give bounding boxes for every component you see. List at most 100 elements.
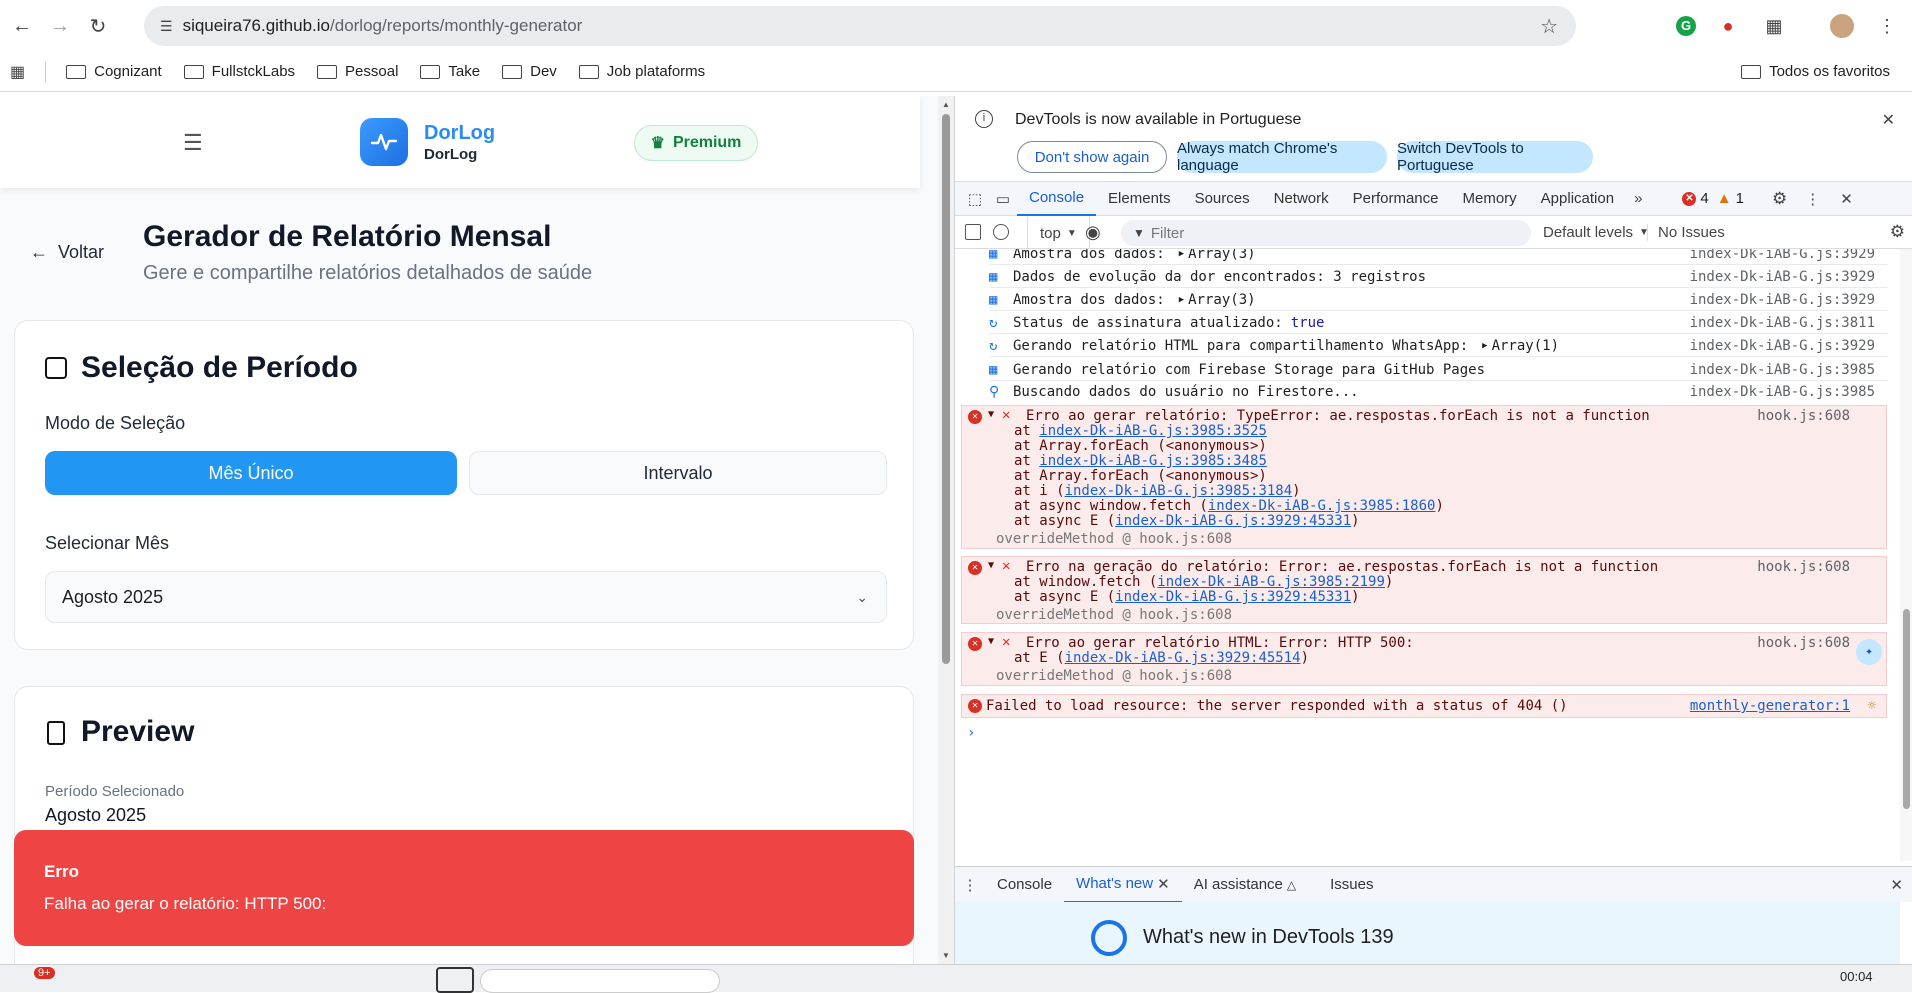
- tab-elements[interactable]: Elements: [1096, 182, 1183, 216]
- context-select[interactable]: top ▼: [1027, 217, 1090, 249]
- mode-single-month-button[interactable]: Mês Único: [45, 451, 457, 495]
- override-method[interactable]: overrideMethod @ hook.js:608: [996, 607, 1232, 623]
- profile-avatar[interactable]: [1830, 14, 1854, 38]
- extensions-puzzle-icon[interactable]: ▦: [1762, 14, 1786, 38]
- device-toolbar-icon[interactable]: ▭: [989, 190, 1017, 208]
- scroll-up-icon[interactable]: ▲: [942, 100, 950, 109]
- console-error[interactable]: ✕ ▼ ✕ Erro na geração do relatório: Erro…: [961, 556, 1887, 624]
- eye-icon[interactable]: ◉: [1085, 222, 1101, 243]
- tab-memory[interactable]: Memory: [1451, 182, 1529, 216]
- stack-link[interactable]: index-Dk-iAB-G.js:3985:3485: [1039, 453, 1267, 469]
- clock[interactable]: 00:04: [1840, 969, 1873, 984]
- log-object[interactable]: Array(1): [1492, 338, 1559, 354]
- infobar-close-icon[interactable]: ✕: [1882, 110, 1895, 130]
- settings-gear-icon[interactable]: ⚙: [1772, 189, 1787, 209]
- bookmark-dev[interactable]: Dev: [502, 63, 557, 80]
- forward-arrow-icon[interactable]: →: [44, 10, 76, 42]
- devtools-menu-icon[interactable]: ⋮: [1805, 190, 1820, 208]
- stack-link[interactable]: index-Dk-iAB-G.js:3985:3525: [1039, 423, 1267, 439]
- stack-link[interactable]: index-Dk-iAB-G.js:3929:45331: [1115, 513, 1351, 529]
- dont-show-again-button[interactable]: Don't show again: [1017, 141, 1167, 173]
- log-source-link[interactable]: index-Dk-iAB-G.js:3929: [1690, 249, 1875, 262]
- expand-triangle-icon[interactable]: ▼: [988, 636, 994, 647]
- drawer-tab-issues[interactable]: Issues: [1318, 867, 1385, 903]
- drawer-menu-icon[interactable]: ⋮: [955, 876, 985, 894]
- more-tabs-icon[interactable]: »: [1626, 190, 1650, 207]
- drawer-tab-console[interactable]: Console: [985, 867, 1064, 903]
- all-bookmarks[interactable]: Todos os favoritos: [1741, 63, 1890, 80]
- log-source-link[interactable]: index-Dk-iAB-G.js:3929: [1690, 269, 1875, 285]
- tab-sources[interactable]: Sources: [1183, 182, 1262, 216]
- sidebar-toggle-icon[interactable]: [965, 224, 981, 240]
- log-source-link[interactable]: index-Dk-iAB-G.js:3929: [1690, 292, 1875, 308]
- error-source-link[interactable]: hook.js:608: [1757, 559, 1850, 575]
- close-devtools-icon[interactable]: ✕: [1840, 190, 1853, 208]
- tab-application[interactable]: Application: [1529, 182, 1626, 216]
- drawer-tab-whats-new[interactable]: What's new ✕: [1064, 867, 1182, 903]
- notification-badge[interactable]: 9+: [34, 967, 55, 979]
- console-prompt-icon[interactable]: ›: [967, 725, 975, 741]
- bookmark-star-icon[interactable]: ☆: [1540, 14, 1558, 39]
- start-button[interactable]: [436, 967, 474, 993]
- override-method[interactable]: overrideMethod @ hook.js:608: [996, 668, 1232, 684]
- mode-range-button[interactable]: Intervalo: [469, 451, 887, 495]
- back-button[interactable]: ← Voltar: [30, 242, 104, 263]
- tab-network[interactable]: Network: [1262, 182, 1341, 216]
- tab-console[interactable]: Console: [1017, 182, 1097, 216]
- filter-input[interactable]: ▼ Filter: [1121, 220, 1531, 246]
- stack-link[interactable]: index-Dk-iAB-G.js:3929:45514: [1065, 650, 1301, 666]
- bookmark-job-plataforms[interactable]: Job plataforms: [578, 63, 705, 80]
- expand-triangle-icon[interactable]: ▼: [988, 560, 994, 571]
- expand-triangle-icon[interactable]: ▶: [1179, 249, 1184, 259]
- error-source-link[interactable]: monthly-generator:1: [1690, 698, 1850, 714]
- month-select[interactable]: Agosto 2025 ⌄: [45, 571, 887, 623]
- scrollbar-thumb[interactable]: [942, 114, 950, 664]
- drawer-tab-ai-assistance[interactable]: AI assistance △: [1182, 867, 1308, 903]
- log-object[interactable]: Array(3): [1188, 292, 1255, 308]
- switch-to-portuguese-button[interactable]: Switch DevTools to Portuguese: [1397, 140, 1593, 174]
- hamburger-menu-icon[interactable]: ☰: [183, 130, 203, 156]
- inspect-element-icon[interactable]: ⬚: [961, 190, 989, 208]
- tab-performance[interactable]: Performance: [1341, 182, 1451, 216]
- search-box[interactable]: [480, 969, 720, 993]
- scroll-down-icon[interactable]: ▼: [942, 951, 950, 960]
- error-source-link[interactable]: hook.js:608: [1757, 408, 1850, 424]
- address-bar[interactable]: ☰ siqueira76.github.io /dorlog/reports/m…: [144, 6, 1576, 46]
- apps-grid-icon[interactable]: ▦: [10, 62, 25, 82]
- grammarly-extension-icon[interactable]: G: [1674, 14, 1698, 38]
- issues-counter[interactable]: No Issues: [1647, 224, 1725, 241]
- console-error[interactable]: ✕ ▼ ✕ Erro ao gerar relatório HTML: Erro…: [961, 632, 1887, 686]
- log-object[interactable]: Array(3): [1188, 249, 1255, 262]
- bookmark-fullstcklabs[interactable]: FullstckLabs: [183, 63, 295, 80]
- chrome-menu-icon[interactable]: ⋮: [1875, 14, 1899, 38]
- stack-link[interactable]: index-Dk-iAB-G.js:3929:45331: [1115, 589, 1351, 605]
- console-error[interactable]: ✕ ▼ ✕ Erro ao gerar relatório: TypeError…: [961, 405, 1887, 549]
- close-tab-icon[interactable]: ✕: [1157, 875, 1170, 893]
- error-source-link[interactable]: hook.js:608: [1757, 635, 1850, 651]
- ai-insight-icon[interactable]: ☼: [1868, 698, 1876, 714]
- site-info-icon[interactable]: ☰: [160, 18, 173, 35]
- log-source-link[interactable]: index-Dk-iAB-G.js:3985: [1690, 384, 1875, 400]
- clear-console-icon[interactable]: [993, 224, 1009, 240]
- expand-triangle-icon[interactable]: ▶: [1179, 295, 1184, 305]
- error-toast[interactable]: Erro Falha ao gerar o relatório: HTTP 50…: [14, 830, 914, 946]
- premium-badge[interactable]: ♛ Premium: [634, 125, 758, 161]
- page-scrollbar[interactable]: ▲ ▼: [938, 96, 954, 964]
- stack-link[interactable]: index-Dk-iAB-G.js:3985:2199: [1157, 574, 1385, 590]
- reload-icon[interactable]: ↻: [82, 10, 114, 42]
- map-pin-extension-icon[interactable]: ●: [1716, 14, 1740, 38]
- close-drawer-icon[interactable]: ✕: [1890, 876, 1903, 894]
- bookmark-pessoal[interactable]: Pessoal: [317, 63, 398, 80]
- expand-triangle-icon[interactable]: ▼: [988, 409, 994, 420]
- match-language-button[interactable]: Always match Chrome's language: [1177, 140, 1387, 174]
- back-arrow-icon[interactable]: ←: [6, 10, 38, 42]
- console-scrollbar[interactable]: [1900, 249, 1912, 861]
- log-levels-select[interactable]: Default levels ▼: [1543, 224, 1649, 241]
- bookmark-cognizant[interactable]: Cognizant: [66, 63, 162, 80]
- scrollbar-thumb[interactable]: [1903, 609, 1910, 809]
- log-source-link[interactable]: index-Dk-iAB-G.js:3811: [1690, 315, 1875, 331]
- log-source-link[interactable]: index-Dk-iAB-G.js:3985: [1690, 362, 1875, 378]
- bookmark-take[interactable]: Take: [420, 63, 480, 80]
- log-source-link[interactable]: index-Dk-iAB-G.js:3929: [1690, 338, 1875, 354]
- override-method[interactable]: overrideMethod @ hook.js:608: [996, 531, 1232, 547]
